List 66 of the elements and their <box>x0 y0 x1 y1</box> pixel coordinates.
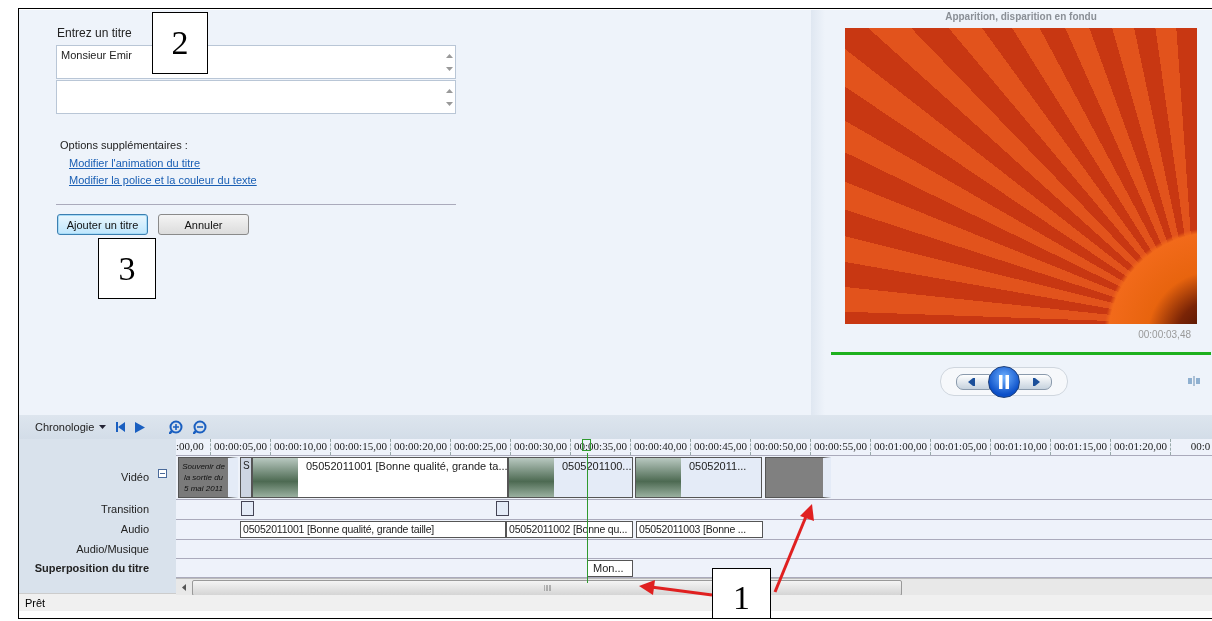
time-label: :00,00 <box>176 439 205 454</box>
time-label: 00:00:50,00 <box>750 439 810 455</box>
transition-marker[interactable] <box>496 501 509 516</box>
audio-clip[interactable]: 05052011001 [Bonne qualité, grande taille] <box>240 521 506 538</box>
play-icon[interactable] <box>135 421 146 433</box>
audio-clip[interactable]: 05052011003 [Bonne ... <box>636 521 763 538</box>
pause-button[interactable] <box>987 365 1020 398</box>
track-name: Transition <box>101 503 149 515</box>
callout-number: 3 <box>118 251 136 286</box>
collapse-icon[interactable] <box>158 469 167 478</box>
dialog-button[interactable]: Ajouter un titre <box>57 214 148 235</box>
next-frame-button[interactable] <box>1017 373 1052 390</box>
dialog-button[interactable]: Annuler <box>158 214 249 235</box>
time-label: 00:00:30,00 <box>510 439 570 455</box>
clip-name: 05052011001 [Bonne qualité, grande ta... <box>305 459 507 474</box>
track-name: Audio <box>120 523 149 535</box>
time-label: 00:01:05,00 <box>930 439 990 455</box>
video-thumbnail <box>253 458 298 497</box>
option-link[interactable]: Modifier la police et la couleur du texte <box>69 174 257 186</box>
timeline-dropdown[interactable]: Chronologie <box>35 421 107 433</box>
video-clip[interactable]: 05052011001 [Bonne qualité, grande ta... <box>252 457 508 498</box>
time-label: 00:00:55,00 <box>810 439 870 455</box>
caret-icon <box>99 425 107 429</box>
track-name: Audio/Musique <box>76 542 149 555</box>
previous-frame-button[interactable] <box>955 373 990 390</box>
video-clip[interactable]: 05052011... <box>635 457 762 498</box>
preview-caption: Apparition, disparition en fondu <box>944 10 1098 24</box>
end-card-clip[interactable] <box>765 457 831 498</box>
status-text: Prêt <box>25 596 46 609</box>
video-thumbnail <box>509 458 554 497</box>
title-card-text: la sortie du <box>183 472 224 483</box>
title-card-text: Souvenir de <box>182 461 225 472</box>
field-value: Monsieur Emir <box>60 48 133 63</box>
time-label: 00:01:00,00 <box>870 439 930 455</box>
callout-number: 1 <box>733 581 750 615</box>
skip-back-icon <box>967 377 978 386</box>
time-label: 00:00:45,00 <box>690 439 750 455</box>
option-link[interactable]: Modifier l'animation du titre <box>69 157 201 169</box>
options-heading: Options supplémentaires : <box>60 139 188 151</box>
time-label: 00:00:15,00 <box>330 439 390 455</box>
time-label: 00:01:15,00 <box>1050 439 1110 455</box>
transition-marker[interactable] <box>241 501 254 516</box>
zoom-in-icon[interactable] <box>169 420 184 434</box>
field-label: Entrez un titre <box>57 26 132 40</box>
time-label: 00:00:40,00 <box>630 439 690 455</box>
time-label: 00:00:05,00 <box>210 439 270 455</box>
time-label: 00:01:10,00 <box>990 439 1050 455</box>
title-card-text: 5 mai 2011 <box>184 483 223 494</box>
track-name: Superposition du titre <box>34 561 149 574</box>
time-label: 00:00:25,00 <box>450 439 510 455</box>
track-name: Vidéo <box>121 471 149 483</box>
video-thumbnail <box>636 458 681 497</box>
title-card-clip[interactable]: Souvenir de la sortie du 5 mai 2011 <box>178 457 238 498</box>
split-clip-icon[interactable] <box>1188 376 1200 386</box>
pause-icon <box>998 374 1009 389</box>
skip-to-start-icon[interactable] <box>116 422 126 432</box>
title-text-field[interactable] <box>56 80 456 114</box>
time-label: 00:0 <box>1170 439 1212 455</box>
time-label: 00:00:10,00 <box>270 439 330 455</box>
time-label: 00:01:20,00 <box>1110 439 1170 455</box>
video-clip[interactable]: S <box>240 457 252 498</box>
playback-time: 00:00:03,48 <box>1137 329 1192 340</box>
clip-name: 05052011... <box>688 459 748 474</box>
zoom-out-icon[interactable] <box>193 420 208 434</box>
time-label: 00:00:20,00 <box>390 439 450 455</box>
title-overlay-clip[interactable]: Mon... <box>587 560 633 577</box>
